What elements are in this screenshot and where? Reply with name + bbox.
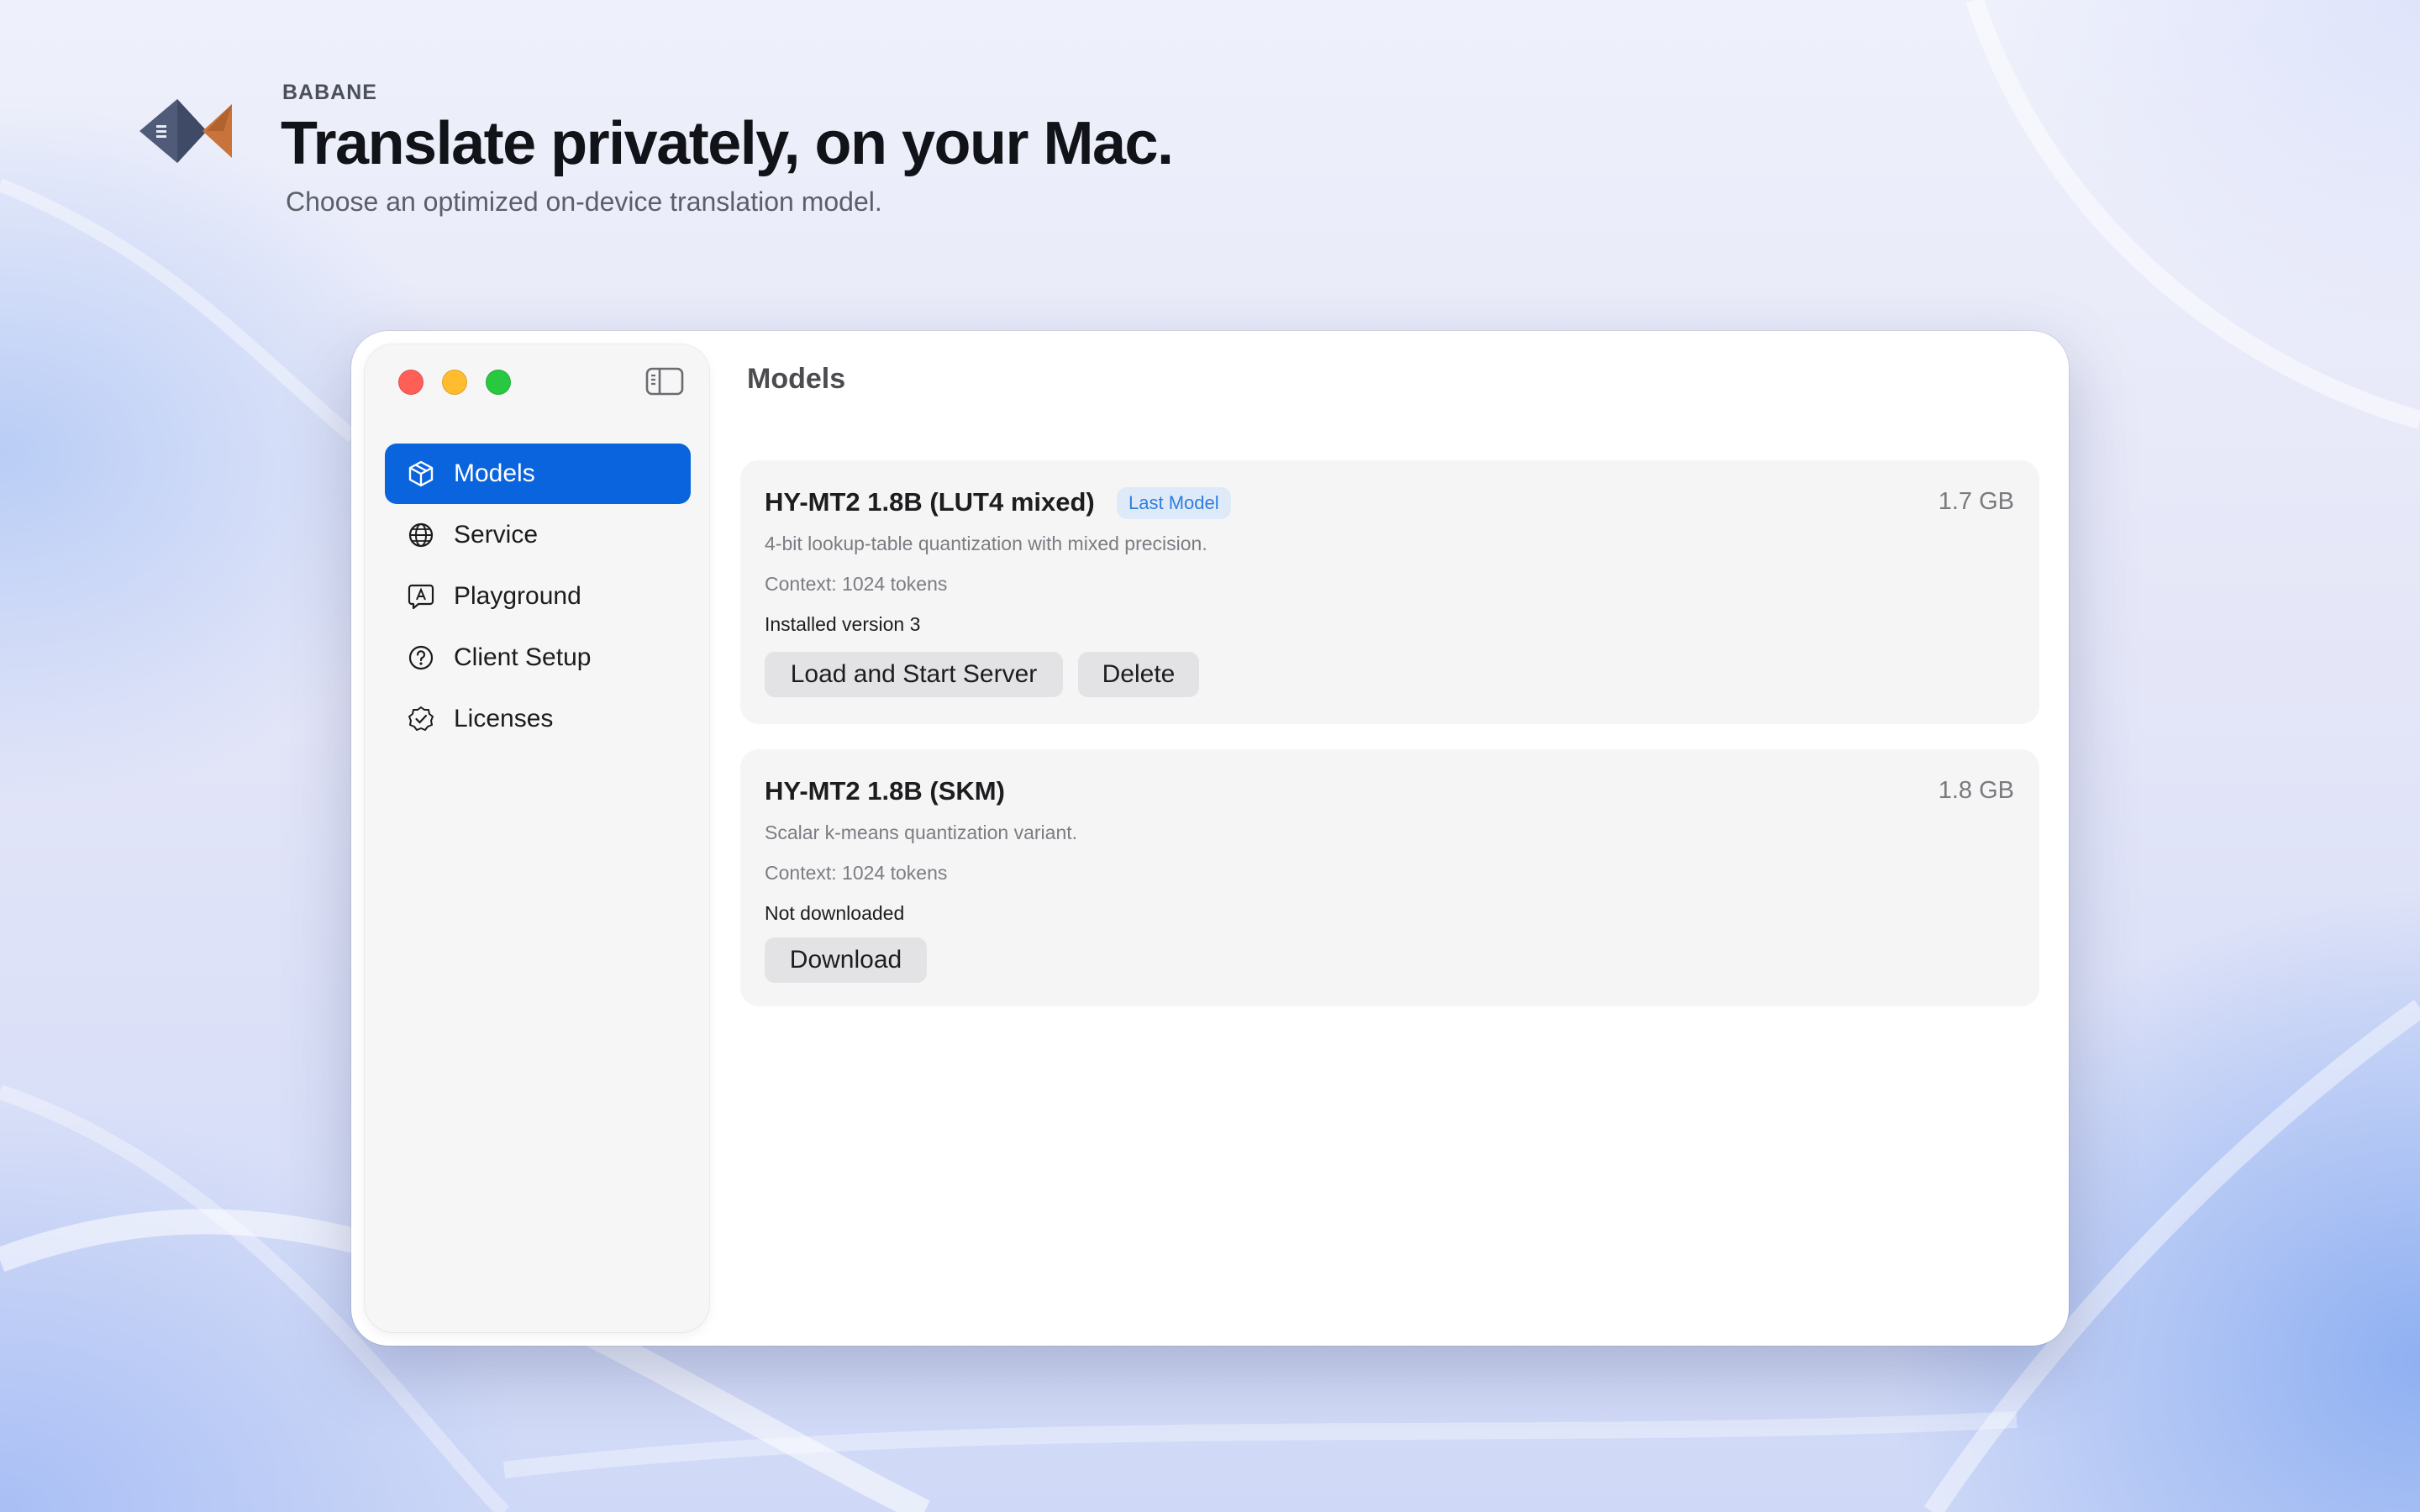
globe-icon	[407, 521, 435, 549]
zoom-window-button[interactable]	[486, 370, 511, 395]
model-description: Scalar k-means quantization variant.	[765, 822, 1078, 843]
sidebar-item-licenses[interactable]: Licenses	[385, 689, 691, 749]
sidebar-item-client-setup[interactable]: Client Setup	[385, 627, 691, 688]
model-name: HY-MT2 1.8B (LUT4 mixed)	[765, 487, 1095, 517]
minimize-window-button[interactable]	[442, 370, 467, 395]
subheadline: Choose an optimized on-device translatio…	[286, 186, 882, 217]
sidebar: Models Service Playground Client Setup L…	[365, 344, 709, 1332]
headline: Translate privately, on your Mac.	[281, 110, 1174, 177]
cube-icon	[407, 459, 435, 488]
last-model-badge: Last Model	[1117, 487, 1231, 519]
delete-button[interactable]: Delete	[1078, 652, 1199, 697]
app-window: Models Service Playground Client Setup L…	[351, 331, 2069, 1346]
sidebar-toggle-icon[interactable]	[645, 366, 684, 396]
question-circle-icon	[407, 643, 435, 672]
sidebar-item-service[interactable]: Service	[385, 505, 691, 565]
brand-label: BABANE	[282, 81, 377, 104]
model-context: Context: 1024 tokens	[765, 573, 948, 595]
model-size: 1.7 GB	[1938, 488, 2014, 515]
load-and-start-server-button[interactable]: Load and Start Server	[765, 652, 1063, 697]
sidebar-item-label: Client Setup	[454, 643, 592, 671]
model-status: Installed version 3	[765, 613, 921, 635]
download-button[interactable]: Download	[765, 937, 927, 983]
model-status: Not downloaded	[765, 902, 905, 924]
sidebar-item-label: Licenses	[454, 705, 554, 732]
page-title: Models	[747, 363, 846, 395]
checkmark-seal-icon	[407, 705, 435, 733]
sidebar-item-label: Service	[454, 521, 539, 549]
sidebar-item-playground[interactable]: Playground	[385, 566, 691, 627]
model-size: 1.8 GB	[1938, 777, 2014, 804]
chat-bubble-icon	[407, 582, 435, 611]
model-name: HY-MT2 1.8B (SKM)	[765, 776, 1005, 806]
close-window-button[interactable]	[398, 370, 424, 395]
babane-fish-logo	[139, 99, 232, 163]
model-card: HY-MT2 1.8B (SKM) 1.8 GB Scalar k-means …	[740, 749, 2039, 1006]
model-description: 4-bit lookup-table quantization with mix…	[765, 533, 1207, 554]
sidebar-item-label: Playground	[454, 582, 581, 610]
sidebar-nav: Models Service Playground Client Setup L…	[385, 444, 691, 750]
model-context: Context: 1024 tokens	[765, 862, 948, 884]
sidebar-item-label: Models	[454, 459, 535, 487]
sidebar-item-models[interactable]: Models	[385, 444, 691, 504]
model-card: HY-MT2 1.8B (LUT4 mixed) Last Model 1.7 …	[740, 460, 2039, 724]
